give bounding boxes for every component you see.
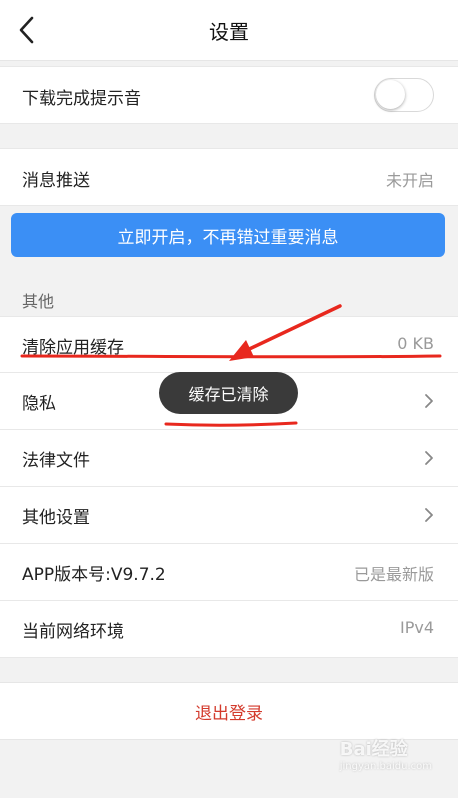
watermark-sub: jingyan.baidu.com (339, 761, 432, 772)
network-label: 当前网络环境 (22, 622, 124, 642)
download-sound-toggle[interactable] (374, 78, 434, 112)
download-sound-label: 下载完成提示音 (22, 89, 141, 109)
enable-push-button[interactable]: 立即开启，不再错过重要消息 (11, 213, 445, 257)
section-other-title: 其他 (22, 292, 55, 311)
other-settings-label: 其他设置 (22, 508, 90, 528)
privacy-label: 隐私 (22, 394, 56, 414)
chevron-left-icon[interactable] (10, 12, 46, 48)
toast-message: 缓存已清除 (159, 372, 298, 414)
download-sound-row: 下载完成提示音 (0, 66, 458, 124)
legal-row[interactable]: 法律文件 (0, 430, 458, 487)
watermark: Bai经验 jingyan.baidu.com (340, 735, 432, 772)
legal-label: 法律文件 (22, 451, 90, 471)
watermark-text: Bai经验 (339, 739, 408, 760)
nav-bar: 设置 (0, 0, 458, 61)
push-status: 未开启 (385, 171, 434, 190)
push-label: 消息推送 (22, 171, 90, 191)
version-row[interactable]: APP版本号:V9.7.2 已是最新版 (0, 544, 458, 601)
chevron-right-icon (425, 394, 433, 408)
push-row[interactable]: 消息推送 未开启 (0, 148, 458, 206)
clear-cache-label: 清除应用缓存 (22, 338, 124, 358)
cache-size: 0 KB (397, 334, 434, 353)
logout-button[interactable]: 退出登录 (0, 682, 458, 740)
version-status: 已是最新版 (353, 565, 434, 584)
toggle-knob (376, 80, 405, 109)
page-title: 设置 (209, 20, 249, 44)
network-row: 当前网络环境 IPv4 (0, 601, 458, 658)
other-settings-row[interactable]: 其他设置 (0, 487, 458, 544)
network-value: IPv4 (399, 618, 434, 637)
chevron-right-icon (425, 451, 433, 465)
version-label: APP版本号:V9.7.2 (22, 565, 166, 585)
chevron-right-icon (425, 508, 433, 522)
clear-cache-row[interactable]: 清除应用缓存 0 KB (0, 316, 458, 373)
